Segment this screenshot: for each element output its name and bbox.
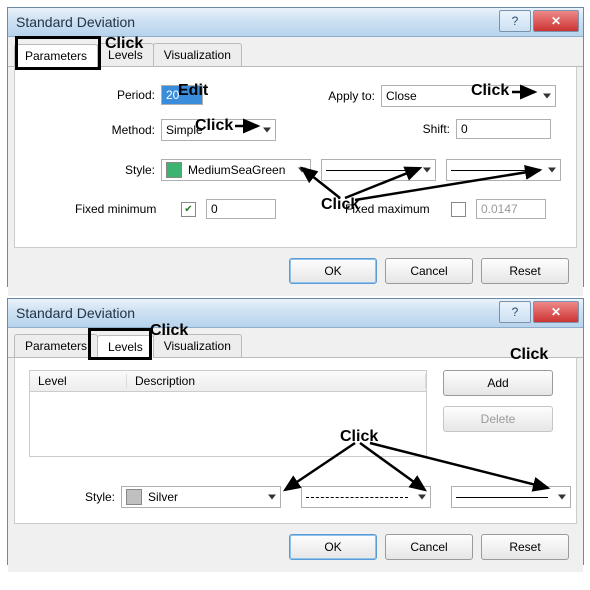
- style-line-select-1[interactable]: [301, 486, 431, 508]
- col-description[interactable]: Description: [127, 374, 426, 388]
- tab-levels[interactable]: Levels: [97, 43, 154, 66]
- list-header: Level Description: [29, 370, 427, 392]
- fixedmax-input: [476, 199, 546, 219]
- fixedmax-label: Fixed maximum: [345, 202, 451, 216]
- ok-button[interactable]: OK: [289, 258, 377, 284]
- help-button[interactable]: ?: [499, 10, 531, 32]
- chevron-down-icon: [558, 495, 566, 500]
- reset-button[interactable]: Reset: [481, 258, 569, 284]
- close-button[interactable]: ✕: [533, 10, 579, 32]
- applyto-value: Close: [386, 89, 417, 103]
- style-color-select[interactable]: MediumSeaGreen: [161, 159, 311, 181]
- tab-visualization[interactable]: Visualization: [153, 43, 242, 66]
- fixedmax-checkbox[interactable]: [451, 202, 466, 217]
- style-label: Style:: [45, 490, 121, 504]
- titlebar[interactable]: Standard Deviation ? ✕: [8, 299, 583, 328]
- chevron-down-icon: [298, 168, 306, 173]
- method-value: Simple: [166, 123, 203, 137]
- tab-levels[interactable]: Levels: [97, 335, 154, 358]
- style-label: Style:: [45, 163, 161, 177]
- titlebar[interactable]: Standard Deviation ? ✕: [8, 8, 583, 37]
- style-line-select-1[interactable]: [321, 159, 436, 181]
- applyto-select[interactable]: Close: [381, 85, 556, 107]
- style-line-select-2[interactable]: [451, 486, 571, 508]
- tab-visualization[interactable]: Visualization: [153, 334, 242, 357]
- shift-label: Shift:: [395, 122, 456, 136]
- line-preview: [326, 170, 413, 171]
- button-bar: OK Cancel Reset: [8, 524, 583, 572]
- period-label: Period:: [45, 88, 161, 102]
- fixedmin-label: Fixed minimum: [75, 202, 181, 216]
- dialog-standard-deviation-params: Standard Deviation ? ✕ Parameters Levels…: [7, 7, 584, 287]
- line-preview-dashed: [306, 497, 408, 498]
- levels-list: Level Description: [29, 370, 427, 457]
- fixedmin-input[interactable]: [206, 199, 276, 219]
- add-button[interactable]: Add: [443, 370, 553, 396]
- applyto-label: Apply to:: [315, 89, 381, 103]
- tab-strip: Parameters Levels Visualization: [8, 37, 583, 67]
- method-select[interactable]: Simple: [161, 119, 276, 141]
- chevron-down-icon: [423, 168, 431, 173]
- help-button[interactable]: ?: [499, 301, 531, 323]
- chevron-down-icon: [543, 94, 551, 99]
- window-title: Standard Deviation: [16, 14, 135, 30]
- chevron-down-icon: [548, 168, 556, 173]
- line-preview: [456, 497, 548, 498]
- color-swatch: [166, 162, 182, 178]
- period-input[interactable]: [161, 85, 203, 105]
- close-button[interactable]: ✕: [533, 301, 579, 323]
- fixedmin-checkbox[interactable]: ✔: [181, 202, 196, 217]
- style-line-select-2[interactable]: [446, 159, 561, 181]
- chevron-down-icon: [263, 128, 271, 133]
- method-label: Method:: [45, 123, 161, 137]
- style-color-name: Silver: [148, 490, 178, 504]
- delete-button: Delete: [443, 406, 553, 432]
- cancel-button[interactable]: Cancel: [385, 258, 473, 284]
- style-color-name: MediumSeaGreen: [188, 163, 285, 177]
- reset-button[interactable]: Reset: [481, 534, 569, 560]
- list-body[interactable]: [29, 392, 427, 457]
- shift-input[interactable]: [456, 119, 551, 139]
- panel-levels: Level Description Add Delete Style: Silv…: [14, 358, 577, 524]
- col-level[interactable]: Level: [30, 374, 127, 388]
- line-preview: [451, 170, 538, 171]
- chevron-down-icon: [418, 495, 426, 500]
- ok-button[interactable]: OK: [289, 534, 377, 560]
- button-bar: OK Cancel Reset: [8, 248, 583, 296]
- tab-parameters[interactable]: Parameters: [14, 334, 98, 357]
- window-title: Standard Deviation: [16, 305, 135, 321]
- tab-strip: Parameters Levels Visualization: [8, 328, 583, 358]
- panel-parameters: Period: Apply to: Close Method: Simple: [14, 67, 577, 248]
- cancel-button[interactable]: Cancel: [385, 534, 473, 560]
- tab-parameters[interactable]: Parameters: [14, 44, 98, 67]
- color-swatch: [126, 489, 142, 505]
- dialog-standard-deviation-levels: Standard Deviation ? ✕ Parameters Levels…: [7, 298, 584, 565]
- style-color-select[interactable]: Silver: [121, 486, 281, 508]
- chevron-down-icon: [268, 495, 276, 500]
